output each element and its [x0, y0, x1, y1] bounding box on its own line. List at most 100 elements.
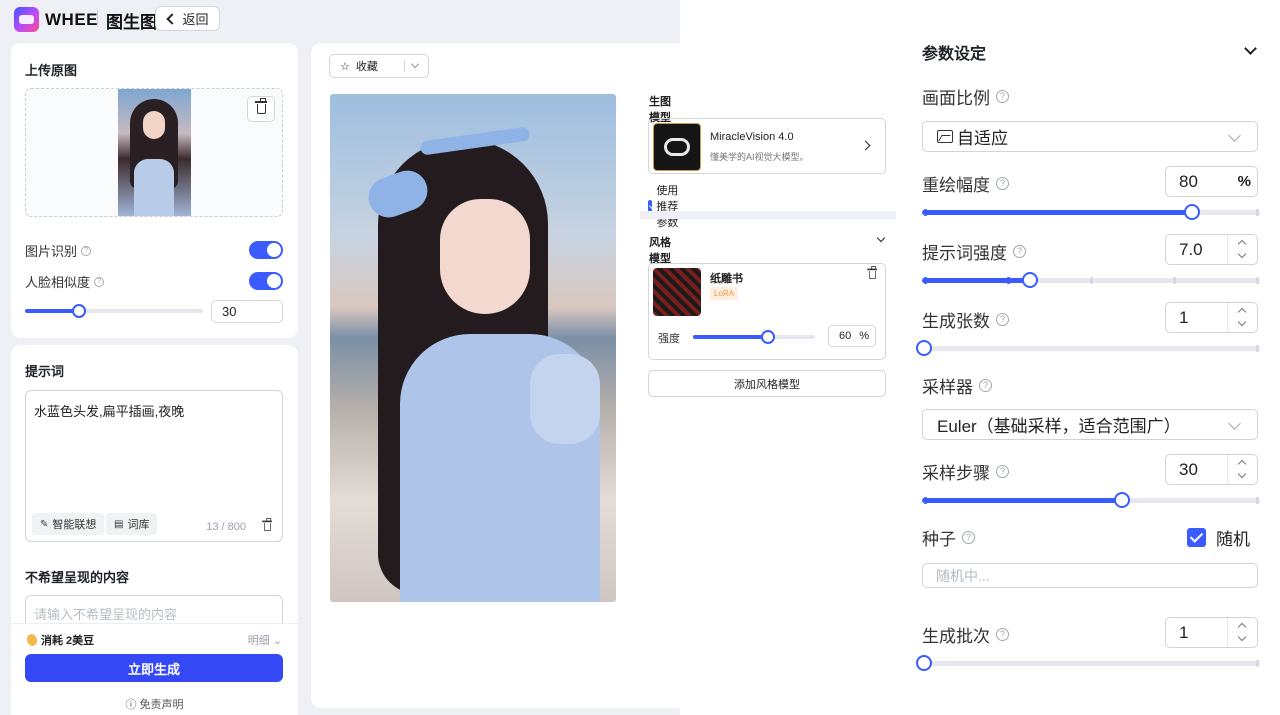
- trash-icon: [262, 518, 272, 531]
- sampler-select[interactable]: Euler（基础采样，适合范围广）: [922, 409, 1258, 440]
- redraw-slider[interactable]: [922, 204, 1260, 220]
- redraw-label: 重绘幅度: [922, 176, 990, 195]
- chevron-down-icon: ⌄: [272, 635, 282, 647]
- batch-label-row: 生成批次 ?: [922, 622, 1009, 647]
- image-recognition-row: 图片识别 ?: [25, 241, 92, 260]
- image-icon: [937, 130, 953, 143]
- help-icon[interactable]: ?: [979, 379, 992, 392]
- info-icon: ⓘ: [125, 699, 137, 711]
- strength-unit: %: [859, 330, 869, 342]
- style-model-label: 风格模型: [649, 237, 671, 265]
- help-icon[interactable]: ?: [996, 313, 1009, 326]
- gen-model-card[interactable]: MiracleVision 4.0 懂美学的AI视觉大模型。: [648, 118, 886, 174]
- strength-input[interactable]: 60 %: [828, 325, 876, 347]
- redraw-input[interactable]: 80 %: [1165, 166, 1258, 197]
- lexicon-button[interactable]: ▤ 词库: [106, 513, 158, 535]
- steps-value: 30: [1179, 459, 1198, 479]
- logo[interactable]: WHEE: [14, 7, 98, 32]
- stepper-icon[interactable]: [1227, 235, 1257, 264]
- prompt-strength-label-row: 提示词强度 ?: [922, 239, 1026, 264]
- prompt-strength-slider[interactable]: [922, 272, 1260, 288]
- random-label: 随机: [1216, 530, 1250, 549]
- sampler-label-row: 采样器 ?: [922, 373, 992, 398]
- slider-knob[interactable]: [916, 340, 932, 356]
- slider-knob[interactable]: [72, 304, 86, 318]
- steps-input[interactable]: 30: [1165, 454, 1258, 485]
- seed-label: 种子: [922, 530, 956, 549]
- chevron-down-icon[interactable]: [1244, 42, 1257, 55]
- chevron-down-icon[interactable]: [876, 233, 886, 243]
- help-icon[interactable]: ?: [81, 245, 92, 256]
- count-label-row: 生成张数 ?: [922, 307, 1009, 332]
- clear-prompt-button[interactable]: [262, 518, 272, 532]
- help-icon[interactable]: ?: [996, 465, 1009, 478]
- face-similarity-input[interactable]: 30: [211, 300, 283, 323]
- remove-style-button[interactable]: [867, 266, 877, 280]
- page-title: 图生图: [106, 13, 157, 32]
- style-model-card[interactable]: 纸雕书 LoRA 强度 60 %: [648, 263, 886, 360]
- negative-input[interactable]: 请输入不希望呈现的内容: [25, 595, 283, 625]
- aspect-label: 画面比例: [922, 89, 990, 108]
- help-icon[interactable]: ?: [996, 177, 1009, 190]
- count-slider[interactable]: [916, 340, 1260, 356]
- sampler-label: 采样器: [922, 378, 973, 397]
- prompt-panel: 提示词 水蓝色头发,扁平插画,夜晚 ✎ 智能联想 ▤ 词库 13 / 800 不…: [11, 345, 298, 715]
- face-similarity-toggle[interactable]: [249, 272, 283, 290]
- delete-image-button[interactable]: [247, 96, 275, 122]
- divider: [97, 10, 98, 27]
- face-similarity-slider[interactable]: [25, 304, 203, 318]
- aspect-select[interactable]: 自适应: [922, 121, 1258, 152]
- add-style-button[interactable]: 添加风格模型: [648, 370, 886, 397]
- batch-slider[interactable]: [916, 655, 1260, 671]
- random-seed-checkbox[interactable]: 随机: [1187, 525, 1250, 550]
- slider-knob[interactable]: [1114, 492, 1130, 508]
- prompt-textarea[interactable]: 水蓝色头发,扁平插画,夜晚 ✎ 智能联想 ▤ 词库 13 / 800: [25, 390, 283, 542]
- slider-knob[interactable]: [916, 655, 932, 671]
- help-icon[interactable]: ?: [996, 628, 1009, 641]
- lexicon-label: 词库: [127, 519, 150, 531]
- slider-fill: [25, 309, 79, 313]
- detail-dropdown[interactable]: 明细 ⌄: [248, 632, 282, 648]
- stepper-icon[interactable]: [1227, 455, 1257, 484]
- steps-slider[interactable]: [922, 492, 1260, 508]
- trash-icon: [867, 266, 877, 279]
- redraw-value: 80: [1179, 171, 1198, 191]
- upload-dropzone[interactable]: [25, 88, 283, 217]
- stepper-icon[interactable]: [1227, 618, 1257, 647]
- slider-knob[interactable]: [761, 330, 775, 344]
- char-counter: 13 / 800: [206, 521, 246, 533]
- prompt-title: 提示词: [25, 364, 65, 379]
- help-icon[interactable]: ?: [1013, 245, 1026, 258]
- help-icon[interactable]: ?: [962, 531, 975, 544]
- logo-icon: [14, 7, 39, 32]
- edit-icon: ✎: [40, 518, 49, 530]
- generate-footer: 消耗 2美豆 明细 ⌄ 立即生成 ⓘ 免责声明: [11, 623, 298, 715]
- seed-input[interactable]: 随机中...: [922, 563, 1258, 588]
- back-button[interactable]: 返回: [155, 6, 220, 31]
- help-icon[interactable]: ?: [996, 90, 1009, 103]
- style-thumbnail: [653, 268, 701, 316]
- cost-label: 消耗 2美豆: [41, 635, 95, 647]
- chevron-left-icon: [166, 12, 179, 25]
- top-bar: WHEE 图生图 返回: [0, 0, 680, 38]
- generate-button[interactable]: 立即生成: [25, 654, 283, 682]
- batch-input[interactable]: 1: [1165, 617, 1258, 648]
- slider-knob[interactable]: [1184, 204, 1200, 220]
- disclaimer-link[interactable]: ⓘ 免责声明: [11, 696, 298, 712]
- steps-label: 采样步骤: [922, 464, 990, 483]
- count-input[interactable]: 1: [1165, 302, 1258, 333]
- model-settings-column: MiracleVision 4.0 懂美学的AI视觉大模型。 使用推荐参数 风格…: [311, 43, 896, 708]
- prompt-strength-input[interactable]: 7.0: [1165, 234, 1258, 265]
- slider-knob[interactable]: [1022, 272, 1038, 288]
- smart-assoc-button[interactable]: ✎ 智能联想: [32, 513, 105, 535]
- bean-icon: [25, 632, 39, 648]
- uploaded-image: [118, 89, 191, 216]
- face-similarity-label: 人脸相似度: [25, 275, 91, 290]
- use-recommended-checkbox[interactable]: 使用推荐参数: [648, 182, 680, 230]
- stepper-icon[interactable]: [1227, 303, 1257, 332]
- strength-slider[interactable]: [693, 330, 815, 344]
- prompt-text[interactable]: 水蓝色头发,扁平插画,夜晚: [34, 401, 184, 420]
- image-recognition-toggle[interactable]: [249, 241, 283, 259]
- smart-assoc-label: 智能联想: [52, 519, 97, 531]
- help-icon[interactable]: ?: [94, 276, 105, 287]
